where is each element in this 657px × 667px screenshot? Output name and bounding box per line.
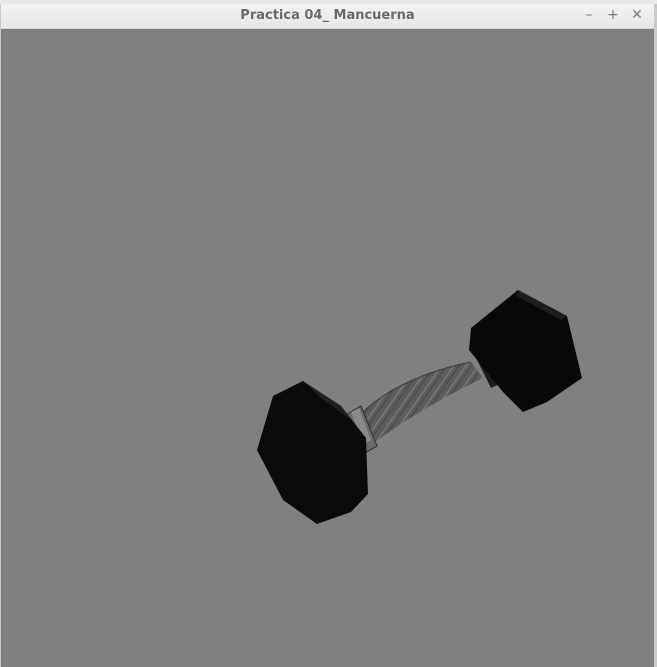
left-weight <box>257 381 368 524</box>
title-bar[interactable]: Practica 04_ Mancuerna – + ✕ <box>1 4 654 29</box>
maximize-button[interactable]: + <box>604 6 622 24</box>
window-title: Practica 04_ Mancuerna <box>240 8 415 23</box>
close-button[interactable]: ✕ <box>628 6 646 24</box>
right-weight <box>469 290 582 412</box>
minimize-button[interactable]: – <box>580 6 598 24</box>
window-controls: – + ✕ <box>580 6 646 24</box>
gl-viewport[interactable] <box>1 29 654 667</box>
app-window: Practica 04_ Mancuerna – + ✕ <box>0 4 657 667</box>
dumbbell-render <box>257 290 582 524</box>
dumbbell-handle <box>356 361 483 444</box>
